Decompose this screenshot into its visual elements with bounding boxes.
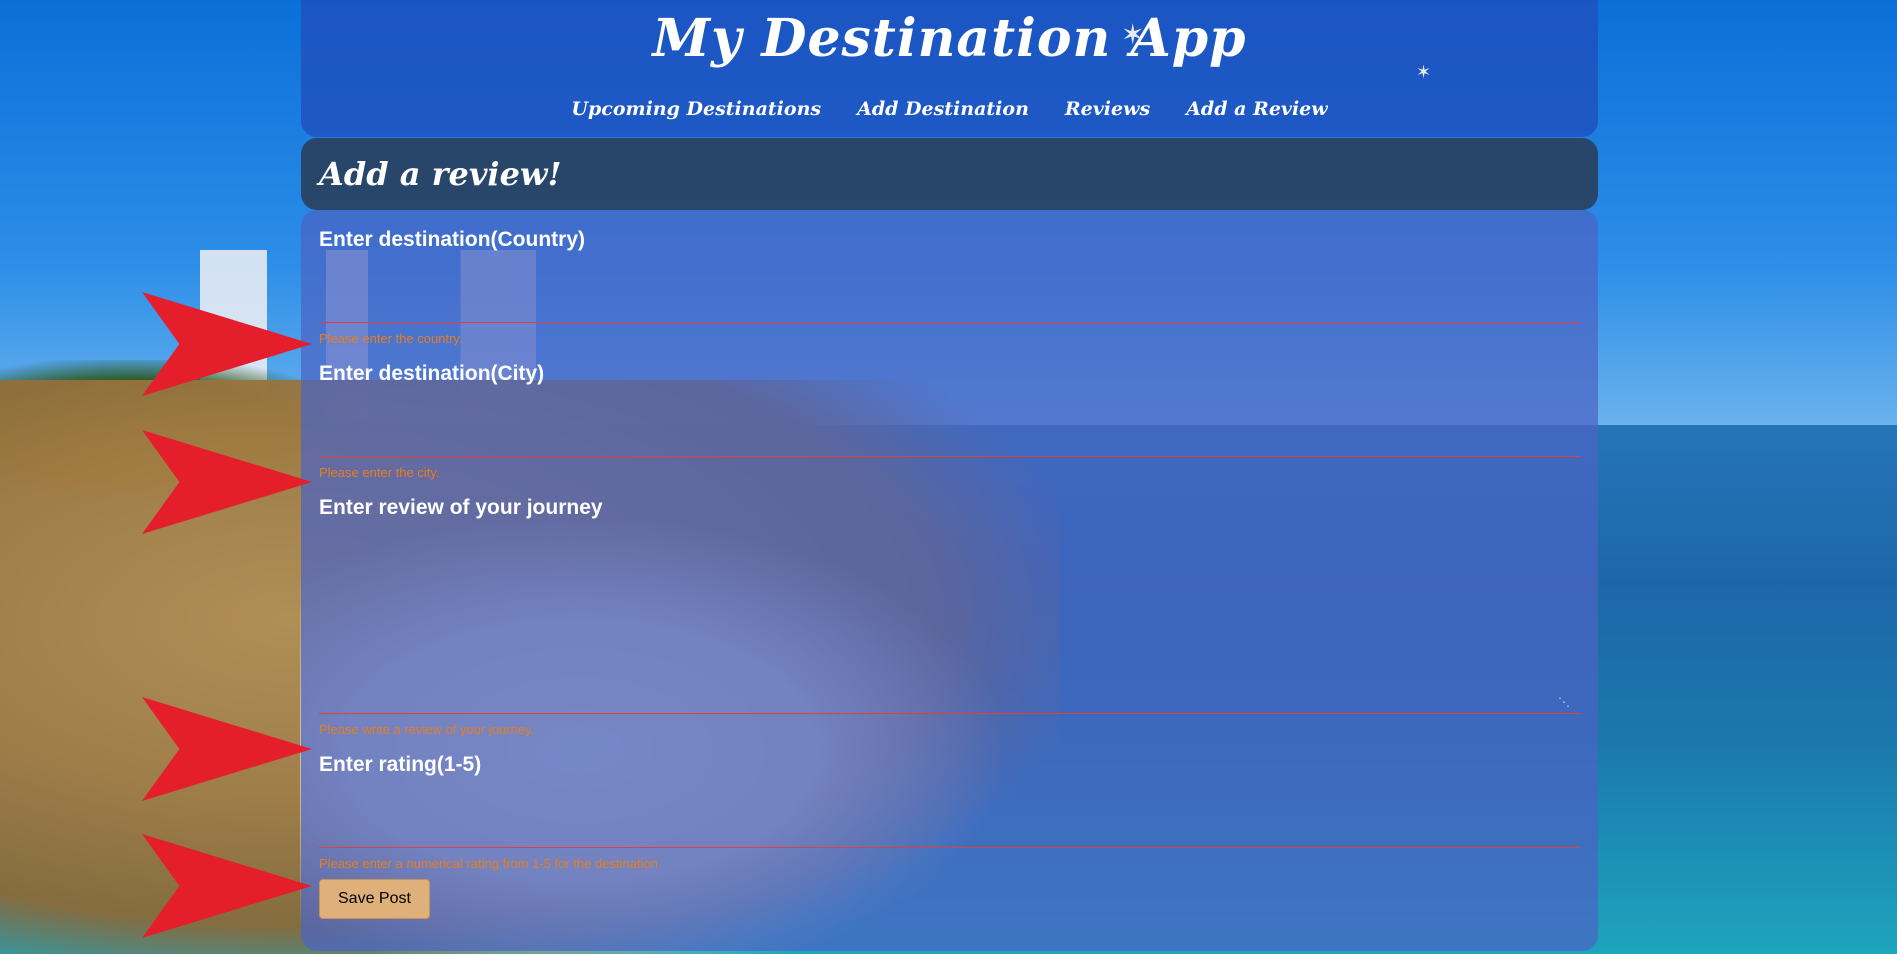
app-container: My Destination App ✶ ✶ Upcoming Destinat… — [301, 0, 1598, 951]
save-post-button[interactable]: Save Post — [319, 879, 430, 919]
resize-grip-icon[interactable]: ⋱ — [1558, 695, 1570, 709]
page-title: Add a review! — [319, 155, 562, 193]
country-error: Please enter the country. — [319, 331, 463, 346]
review-form: Enter destination(Country) Please enter … — [301, 210, 1598, 951]
app-header: My Destination App ✶ ✶ Upcoming Destinat… — [301, 0, 1598, 137]
review-label: Enter review of your journey — [319, 496, 603, 519]
review-field-group: Enter review of your journey ⋱ Please wr… — [319, 480, 1580, 737]
app-title: My Destination App — [652, 8, 1247, 69]
country-input[interactable] — [319, 252, 1580, 323]
rating-input[interactable] — [319, 777, 1580, 848]
country-label: Enter destination(Country) — [319, 228, 585, 251]
rating-error: Please enter a numerical rating from 1-5… — [319, 856, 658, 871]
seagull-icon: ✶ — [1416, 62, 1432, 82]
review-error: Please write a review of your journey. — [319, 722, 535, 737]
nav-reviews[interactable]: Reviews — [1065, 98, 1150, 120]
city-error: Please enter the city. — [319, 465, 440, 480]
city-label: Enter destination(City) — [319, 362, 545, 385]
rating-label: Enter rating(1-5) — [319, 753, 482, 776]
seagull-icon: ✶ — [1121, 19, 1145, 50]
rating-field-group: Enter rating(1-5) Please enter a numeric… — [319, 737, 1580, 871]
review-textarea[interactable] — [319, 520, 1580, 714]
page-banner: Add a review! — [301, 138, 1598, 210]
nav-add-a-review[interactable]: Add a Review — [1186, 98, 1327, 120]
main-nav: Upcoming Destinations Add Destination Re… — [301, 98, 1598, 120]
city-field-group: Enter destination(City) Please enter the… — [319, 346, 1580, 480]
nav-upcoming-destinations[interactable]: Upcoming Destinations — [571, 98, 821, 120]
country-field-group: Enter destination(Country) Please enter … — [319, 210, 1580, 346]
city-input[interactable] — [319, 386, 1580, 457]
nav-add-destination[interactable]: Add Destination — [857, 98, 1029, 120]
